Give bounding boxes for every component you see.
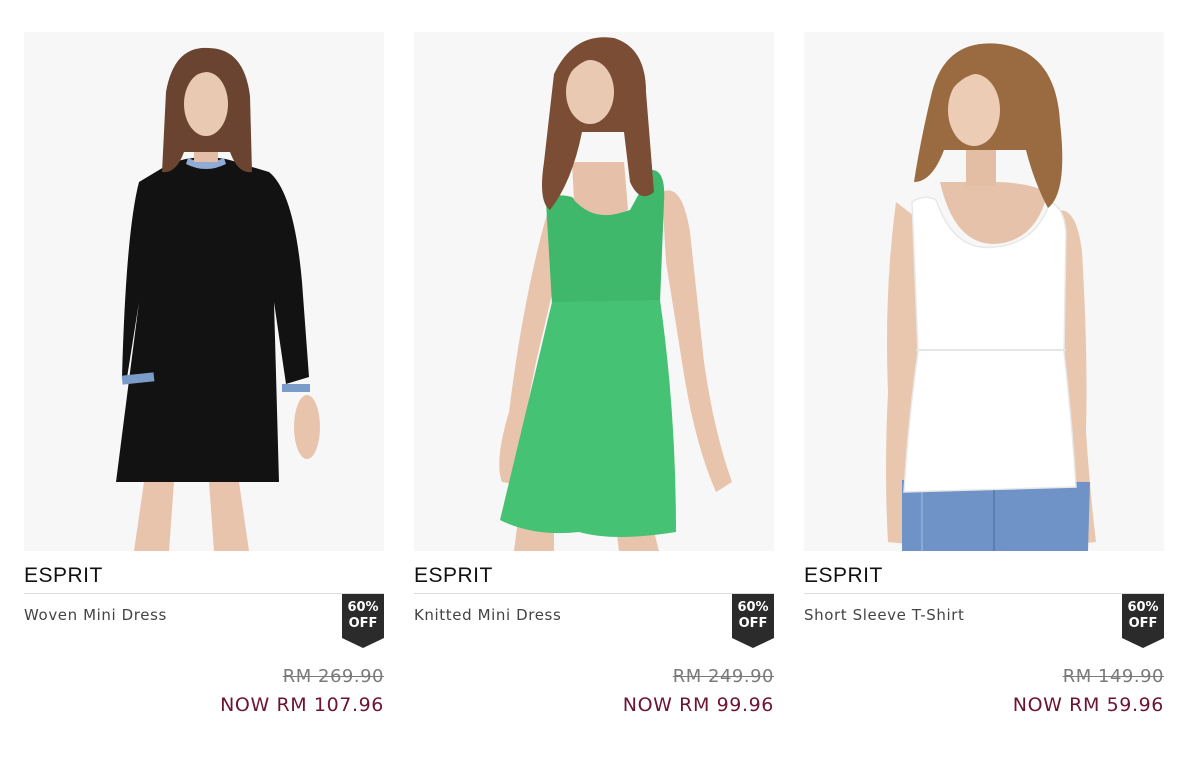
product-grid: ESPRIT Woven Mini Dress 60% OFF RM 269.9… bbox=[0, 0, 1200, 766]
sale-price: NOW RM 59.96 bbox=[1012, 694, 1164, 716]
divider bbox=[24, 593, 384, 594]
product-image[interactable] bbox=[414, 32, 774, 551]
sale-price: NOW RM 107.96 bbox=[220, 694, 384, 716]
badge-percent: 60% bbox=[1127, 600, 1159, 615]
brand-name[interactable]: ESPRIT bbox=[804, 564, 883, 588]
white-top-photo-icon bbox=[804, 32, 1164, 551]
brand-name[interactable]: ESPRIT bbox=[24, 564, 103, 588]
original-price: RM 149.90 bbox=[1062, 666, 1164, 687]
product-card-knitted-mini-dress[interactable]: ESPRIT Knitted Mini Dress 60% OFF RM 249… bbox=[414, 32, 774, 732]
divider bbox=[804, 593, 1164, 594]
product-name[interactable]: Woven Mini Dress bbox=[24, 606, 167, 624]
product-card-woven-mini-dress[interactable]: ESPRIT Woven Mini Dress 60% OFF RM 269.9… bbox=[24, 32, 384, 732]
badge-off: OFF bbox=[1128, 616, 1158, 631]
divider bbox=[414, 593, 774, 594]
badge-percent: 60% bbox=[737, 600, 769, 615]
product-name[interactable]: Short Sleeve T-Shirt bbox=[804, 606, 964, 624]
badge-off: OFF bbox=[738, 616, 768, 631]
discount-badge: 60% OFF bbox=[342, 594, 384, 648]
product-image[interactable] bbox=[804, 32, 1164, 551]
original-price: RM 269.90 bbox=[282, 666, 384, 687]
black-dress-photo-icon bbox=[24, 32, 384, 551]
product-card-short-sleeve-t-shirt[interactable]: ESPRIT Short Sleeve T-Shirt 60% OFF RM 1… bbox=[804, 32, 1164, 732]
badge-off: OFF bbox=[348, 616, 378, 631]
brand-name[interactable]: ESPRIT bbox=[414, 564, 493, 588]
original-price: RM 249.90 bbox=[672, 666, 774, 687]
badge-percent: 60% bbox=[347, 600, 379, 615]
discount-badge: 60% OFF bbox=[732, 594, 774, 648]
discount-badge: 60% OFF bbox=[1122, 594, 1164, 648]
sale-price: NOW RM 99.96 bbox=[622, 694, 774, 716]
product-image[interactable] bbox=[24, 32, 384, 551]
green-dress-photo-icon bbox=[414, 32, 774, 551]
product-name[interactable]: Knitted Mini Dress bbox=[414, 606, 561, 624]
